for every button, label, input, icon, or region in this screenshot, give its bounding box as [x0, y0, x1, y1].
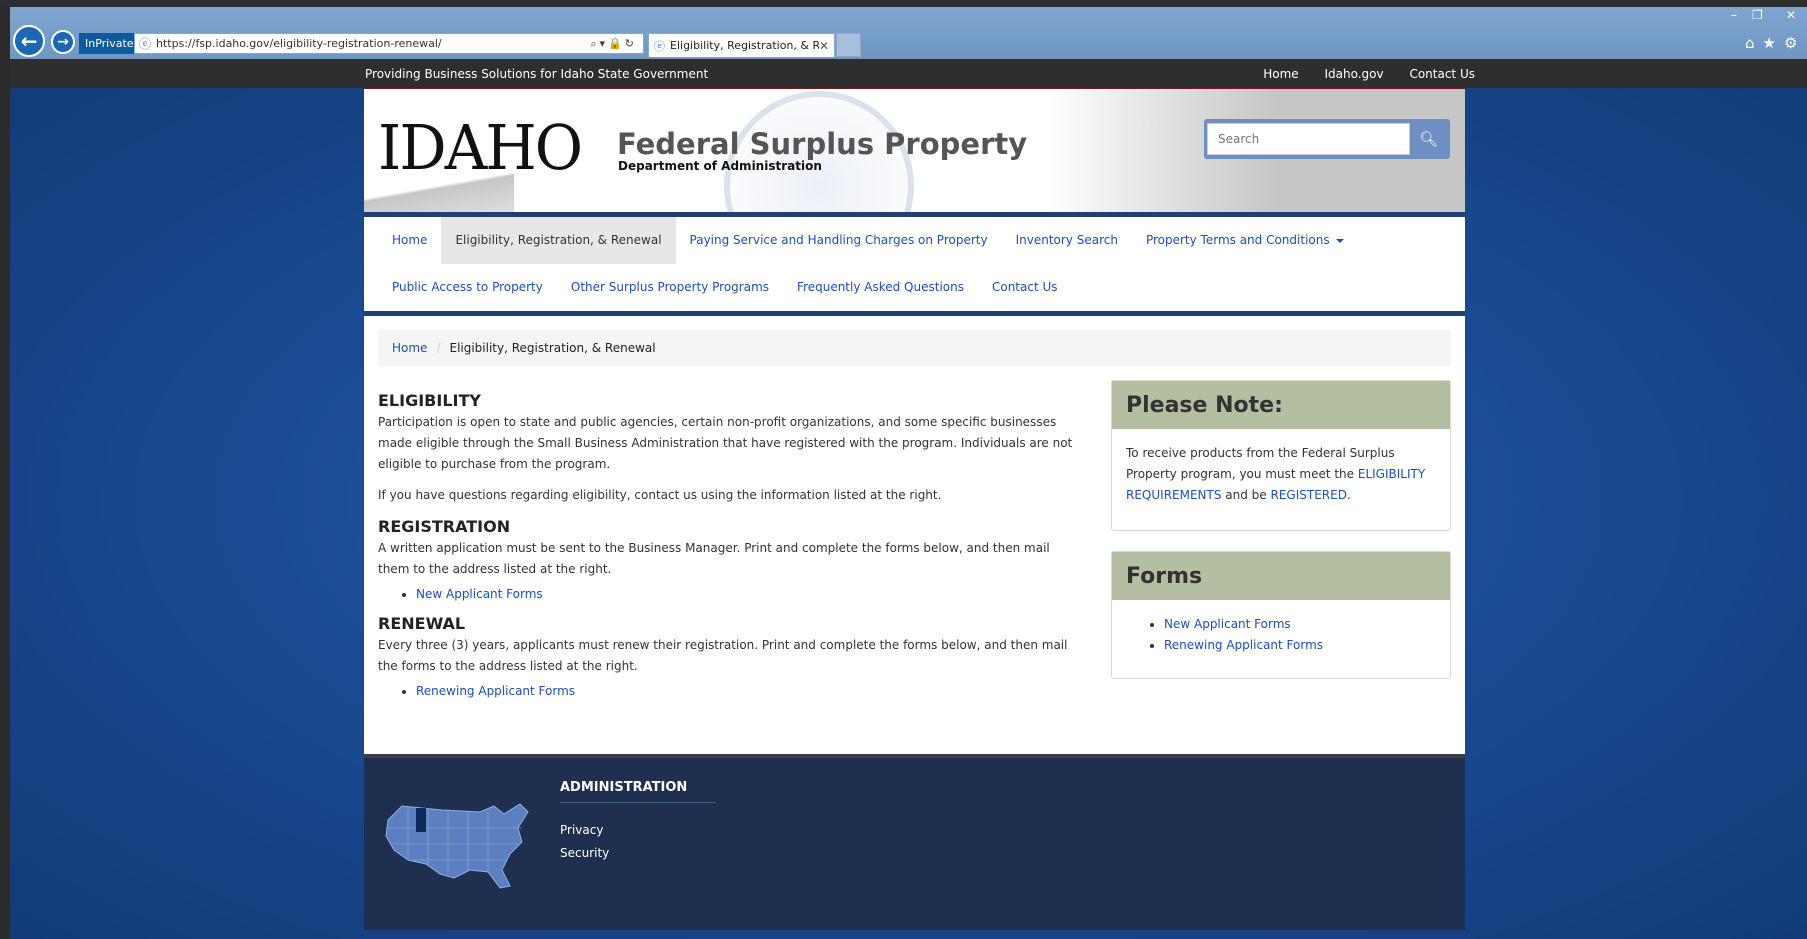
list-item: Renewing Applicant Forms — [1164, 635, 1436, 656]
forms-list: New Applicant Forms Renewing Applicant F… — [1164, 614, 1436, 656]
breadcrumb: Home / Eligibility, Registration, & Rene… — [378, 330, 1451, 366]
nav-inventory-search[interactable]: Inventory Search — [1002, 217, 1132, 264]
top-link-idaho-gov[interactable]: Idaho.gov — [1325, 67, 1384, 81]
close-icon[interactable]: ✕ — [819, 39, 829, 53]
gear-icon[interactable]: ⚙ — [1784, 34, 1805, 52]
us-map-icon — [385, 803, 529, 889]
list-item: Renewing Applicant Forms — [416, 681, 1078, 702]
renewal-heading: RENEWAL — [378, 614, 466, 633]
nav-property-terms[interactable]: Property Terms and Conditions — [1132, 217, 1358, 264]
top-bar: Providing Business Solutions for Idaho S… — [10, 59, 1807, 88]
restore-icon[interactable]: ❐ — [1752, 8, 1763, 22]
browser-tools[interactable]: ⌂★⚙ — [1745, 34, 1805, 52]
caret-down-icon — [1335, 238, 1344, 243]
registered-link[interactable]: REGISTERED — [1271, 488, 1347, 502]
eligibility-section: ELIGIBILITY Participation is open to sta… — [378, 390, 1078, 506]
idaho-logo[interactable]: IDAHO — [378, 117, 583, 179]
forms-heading: Forms — [1112, 552, 1450, 600]
nav-property-terms-label: Property Terms and Conditions — [1145, 233, 1330, 247]
forms-panel: Forms New Applicant Forms Renewing Appli… — [1111, 551, 1451, 679]
nav-other-programs[interactable]: Other Surplus Property Programs — [557, 264, 783, 311]
page-container: IDAHO Federal Surplus Property Departmen… — [364, 88, 1465, 930]
note-text: . — [1346, 488, 1351, 502]
renewal-list: Renewing Applicant Forms — [416, 681, 1078, 702]
address-bar-icons[interactable]: ⌕▾🔒↻ — [590, 37, 643, 51]
please-note-heading: Please Note: — [1112, 381, 1450, 429]
site-subtitle: Department of Administration — [618, 159, 822, 173]
nav-eligibility[interactable]: Eligibility, Registration, & Renewal — [441, 217, 676, 264]
renewal-section: RENEWAL Every three (3) years, applicant… — [378, 613, 1078, 702]
top-links: Home Idaho.gov Contact Us — [1241, 67, 1475, 81]
renewing-applicant-forms-link[interactable]: Renewing Applicant Forms — [416, 684, 575, 698]
site-title: Federal Surplus Property — [617, 127, 1028, 161]
window-top-strip — [0, 0, 1807, 7]
nav-home[interactable]: Home — [378, 217, 441, 264]
registration-list: New Applicant Forms — [416, 584, 1078, 605]
inprivate-badge: InPrivate — [79, 33, 140, 54]
ie-icon: ⓔ — [139, 37, 152, 51]
nav-row-1: Home Eligibility, Registration, & Renewa… — [378, 217, 1451, 264]
search-box: 🔍︎ — [1204, 119, 1450, 159]
forward-button[interactable]: → — [51, 30, 75, 54]
registration-text: A written application must be sent to th… — [378, 541, 1050, 576]
new-tab-button[interactable] — [836, 33, 861, 57]
list-item: New Applicant Forms — [1164, 614, 1436, 635]
close-window-icon[interactable]: ✕ — [1786, 8, 1796, 22]
eligibility-heading: ELIGIBILITY — [378, 391, 481, 410]
minimize-icon[interactable]: – — [1731, 8, 1737, 22]
nav-faq[interactable]: Frequently Asked Questions — [783, 264, 978, 311]
list-item: New Applicant Forms — [416, 584, 1078, 605]
privacy-link[interactable]: Privacy — [560, 823, 603, 837]
nav-row-2: Public Access to Property Other Surplus … — [378, 264, 1451, 311]
arrow-right-icon: → — [57, 34, 69, 50]
forms-new-applicant-link[interactable]: New Applicant Forms — [1164, 617, 1291, 631]
main-content: Home / Eligibility, Registration, & Rene… — [364, 316, 1465, 754]
search-icon: 🔍︎ — [1418, 130, 1439, 148]
search-input[interactable] — [1207, 123, 1410, 155]
site-footer: ADMINISTRATION Privacy Security — [364, 754, 1465, 930]
page-viewport: Providing Business Solutions for Idaho S… — [10, 59, 1807, 939]
browser-tab[interactable]: ⓔ Eligibility, Registration, & R... ✕ — [648, 33, 835, 57]
tab-title: Eligibility, Registration, & R... — [670, 39, 819, 52]
nav-contact[interactable]: Contact Us — [978, 264, 1072, 311]
home-icon[interactable]: ⌂ — [1745, 34, 1763, 52]
nav-public-access[interactable]: Public Access to Property — [378, 264, 557, 311]
note-text: To receive products from the Federal Sur… — [1126, 446, 1395, 481]
breadcrumb-separator: / — [436, 341, 441, 355]
url-text[interactable]: https://fsp.idaho.gov/eligibility-regist… — [156, 37, 590, 50]
registration-section: REGISTRATION A written application must … — [378, 516, 1078, 605]
renewal-text: Every three (3) years, applicants must r… — [378, 638, 1068, 673]
new-applicant-forms-link[interactable]: New Applicant Forms — [416, 587, 543, 601]
top-link-contact[interactable]: Contact Us — [1409, 67, 1475, 81]
breadcrumb-home[interactable]: Home — [392, 341, 427, 355]
site-header: IDAHO Federal Surplus Property Departmen… — [364, 88, 1465, 212]
main-nav: Home Eligibility, Registration, & Renewa… — [364, 212, 1465, 316]
back-button[interactable]: ← — [13, 25, 45, 57]
please-note-panel: Please Note: To receive products from th… — [1111, 380, 1451, 531]
security-link[interactable]: Security — [560, 846, 609, 860]
eligibility-text: Participation is open to state and publi… — [378, 415, 1073, 471]
tagline: Providing Business Solutions for Idaho S… — [365, 66, 709, 81]
star-icon[interactable]: ★ — [1763, 34, 1784, 52]
note-text: and be — [1221, 488, 1271, 502]
forms-renewing-applicant-link[interactable]: Renewing Applicant Forms — [1164, 638, 1323, 652]
breadcrumb-current: Eligibility, Registration, & Renewal — [449, 341, 656, 355]
please-note-body: To receive products from the Federal Sur… — [1112, 429, 1450, 520]
forms-body: New Applicant Forms Renewing Applicant F… — [1112, 600, 1450, 670]
article: ELIGIBILITY Participation is open to sta… — [378, 390, 1078, 710]
footer-heading: ADMINISTRATION — [560, 780, 716, 803]
address-bar[interactable]: ⓔ https://fsp.idaho.gov/eligibility-regi… — [134, 33, 644, 54]
search-button[interactable]: 🔍︎ — [1410, 130, 1447, 148]
ie-icon: ⓔ — [654, 39, 665, 53]
eligibility-contact-text: If you have questions regarding eligibil… — [378, 488, 942, 502]
arrow-left-icon: ← — [20, 29, 38, 53]
top-link-home[interactable]: Home — [1263, 67, 1298, 81]
nav-paying-service[interactable]: Paying Service and Handling Charges on P… — [676, 217, 1002, 264]
registration-heading: REGISTRATION — [378, 517, 511, 536]
